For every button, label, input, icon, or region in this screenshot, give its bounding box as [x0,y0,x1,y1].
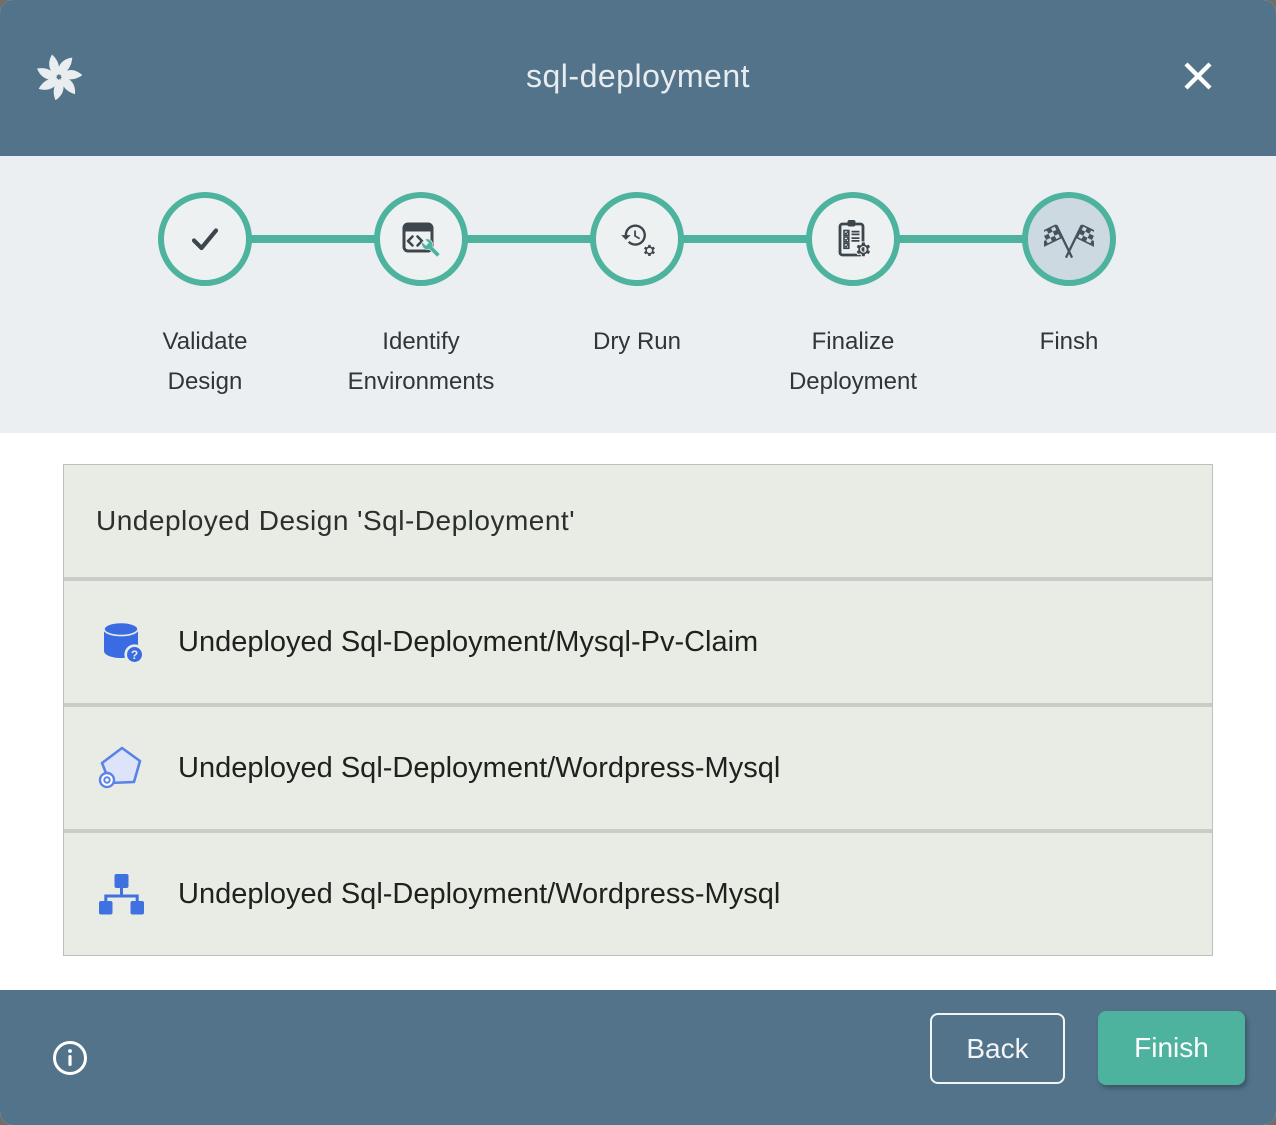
step-circle-dry-run[interactable] [590,192,684,286]
message-text: Undeployed Sql-Deployment/Wordpress-Mysq… [178,752,780,785]
message-text: Undeployed Sql-Deployment/Mysql-Pv-Claim [178,626,758,659]
step-label: Validate Design [163,322,248,402]
database-question-icon: ? [97,618,145,666]
back-button[interactable]: Back [930,1013,1065,1084]
message-text: Undeployed Sql-Deployment/Wordpress-Mysq… [178,878,780,911]
step-circle-validate-design[interactable] [158,192,252,286]
dialog-body: Undeployed Design 'Sql-Deployment' ? Und… [0,433,1276,990]
step-dry-run: Dry Run [529,192,745,402]
deployment-wizard-dialog: sql-deployment Validate Design [0,0,1276,1125]
step-circle-finish[interactable] [1022,192,1116,286]
dialog-header: sql-deployment [0,0,1276,156]
step-label: Finsh [1040,322,1099,362]
message-row-design: Undeployed Design 'Sql-Deployment' [64,465,1212,577]
finish-button[interactable]: Finish [1098,1011,1245,1085]
step-validate-design: Validate Design [97,192,313,402]
close-icon[interactable] [1179,57,1217,95]
step-finish: Finsh [961,192,1177,402]
step-label: Finalize Deployment [789,322,917,402]
message-text: Undeployed Design 'Sql-Deployment' [96,505,575,537]
step-label: Dry Run [593,322,681,362]
svg-text:?: ? [131,648,138,662]
topology-tree-icon [97,870,145,918]
check-icon [181,215,229,263]
step-circle-finalize-deployment[interactable] [806,192,900,286]
deployment-message-list: Undeployed Design 'Sql-Deployment' ? Und… [63,464,1213,956]
wizard-stepper: Validate Design [0,156,1276,433]
clipboard-gear-icon [829,215,877,263]
code-wrench-icon [397,215,445,263]
step-circle-identify-environments[interactable] [374,192,468,286]
info-icon[interactable] [51,1039,89,1077]
checkered-flags-icon [1044,214,1094,264]
pentagon-node-icon [97,744,145,792]
dialog-title: sql-deployment [0,58,1276,95]
step-identify-environments: Identify Environments [313,192,529,402]
dialog-footer: Back Finish [0,990,1276,1125]
history-gear-icon [613,215,661,263]
message-row-mysql-pv-claim: ? Undeployed Sql-Deployment/Mysql-Pv-Cla… [64,581,1212,703]
modal-window: sql-deployment Validate Design [0,0,1276,1125]
message-row-wordpress-mysql-topology: Undeployed Sql-Deployment/Wordpress-Mysq… [64,833,1212,955]
step-finalize-deployment: Finalize Deployment [745,192,961,402]
step-label: Identify Environments [348,322,495,402]
message-row-wordpress-mysql-node: Undeployed Sql-Deployment/Wordpress-Mysq… [64,707,1212,829]
